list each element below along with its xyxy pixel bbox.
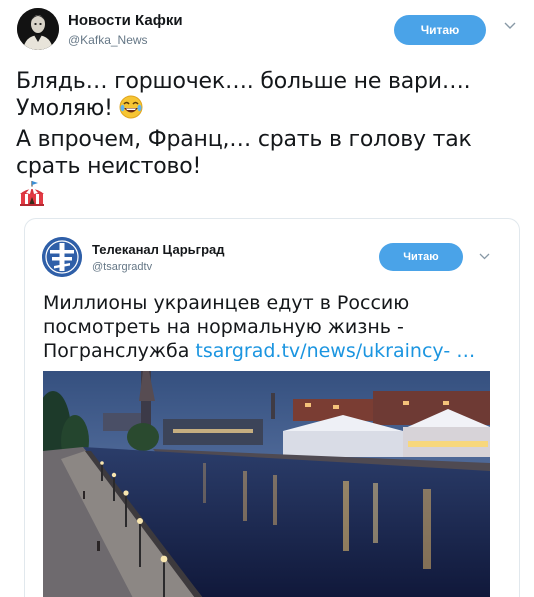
link-ellipsis[interactable]: …	[456, 340, 475, 362]
author-name[interactable]: Новости Кафки	[68, 12, 183, 29]
quoted-more-options-caret[interactable]	[477, 249, 491, 263]
quoted-tweet-card[interactable]: Телеканал Царьград @tsargradtv Читаю Мил…	[24, 218, 520, 597]
circus-tent-icon	[18, 180, 46, 213]
tweet-line: срать неистово!	[16, 154, 202, 179]
quoted-author-name[interactable]: Телеканал Царьград	[92, 242, 225, 257]
more-options-caret[interactable]	[502, 18, 518, 34]
tweet-line-with-emoji: Умоляю!	[16, 95, 516, 126]
quoted-follow-button[interactable]: Читаю	[379, 243, 463, 271]
quoted-line: посмотреть на нормальную жизнь -	[43, 316, 404, 338]
quoted-tweet-text: Миллионы украинцев едут в Россию посмотр…	[43, 291, 503, 363]
tweet-line: Блядь… горшочек…. больше не вари….	[16, 69, 471, 94]
tweet-line: А впрочем, Франц,… срать в голову так	[16, 127, 472, 152]
follow-button[interactable]: Читаю	[394, 15, 486, 45]
city-embankment-at-dusk-photo[interactable]	[43, 371, 490, 597]
author-avatar[interactable]	[17, 8, 59, 50]
face-with-tears-of-joy-icon	[119, 95, 143, 126]
quoted-author-handle[interactable]: @tsargradtv	[92, 261, 152, 273]
chevron-down-icon	[479, 253, 489, 259]
quoted-line-with-link: Погранслужба tsargrad.tv/news/ukraincy- …	[43, 339, 503, 363]
author-handle[interactable]: @Kafka_News	[68, 33, 148, 47]
portrait-avatar-icon	[17, 8, 59, 50]
tsargrad-cross-logo-icon	[42, 237, 82, 277]
chevron-down-icon	[504, 22, 516, 29]
tweet-text: Блядь… горшочек…. больше не вари…. Умоля…	[16, 68, 516, 180]
tweet-line: Умоляю!	[16, 96, 113, 121]
quoted-author-avatar[interactable]	[42, 237, 82, 277]
quoted-line-text: Погранслужба	[43, 340, 190, 362]
quoted-line: Миллионы украинцев едут в Россию	[43, 292, 410, 314]
tweet: Новости Кафки @Kafka_News Читаю Блядь… г…	[0, 0, 534, 597]
article-link[interactable]: tsargrad.tv/news/ukraincy-	[195, 340, 450, 362]
